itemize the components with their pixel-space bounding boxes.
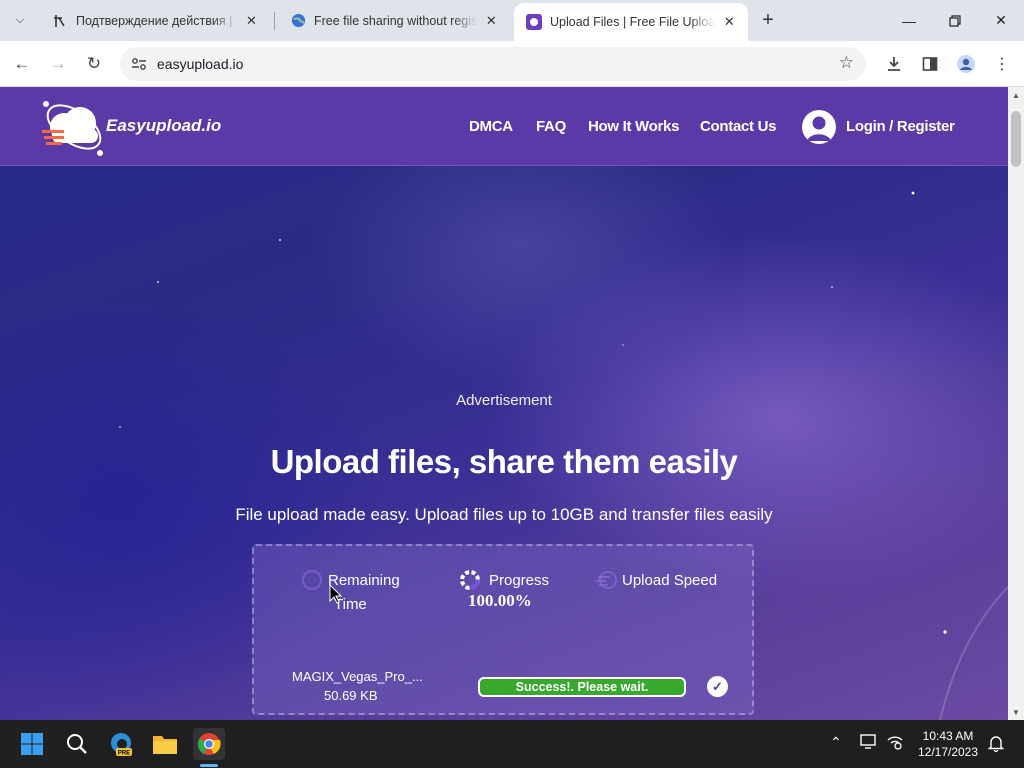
download-icon[interactable] — [881, 51, 907, 77]
easyupload-logo[interactable]: Easyupload.io — [38, 97, 238, 157]
search-icon[interactable] — [61, 728, 93, 760]
bookmark-star-icon[interactable]: ☆ — [839, 53, 854, 73]
upload-speed-label: Upload Speed — [622, 572, 718, 589]
notification-bell-icon[interactable] — [987, 734, 1005, 755]
kebab-menu-icon[interactable]: ⋮ — [989, 51, 1015, 77]
reload-button[interactable]: ↻ — [80, 50, 108, 78]
easyupload-favicon-icon — [526, 14, 542, 30]
address-bar[interactable]: easyupload.io ☆ — [120, 47, 866, 81]
back-button[interactable]: ← — [8, 50, 36, 78]
speed-icon — [596, 571, 617, 589]
edge-beta-icon[interactable]: PRE — [105, 728, 137, 760]
tab-favicon-icon — [52, 13, 68, 29]
mouse-cursor-icon — [329, 584, 343, 604]
new-tab-button[interactable]: + — [756, 8, 780, 32]
tab-search-button[interactable]: ⌵ — [8, 8, 32, 32]
user-avatar-icon[interactable] — [802, 110, 836, 144]
tab-upload-files-active[interactable]: Upload Files | Free File Upload s ✕ — [514, 3, 748, 41]
tab-close-icon[interactable]: ✕ — [243, 12, 260, 30]
chrome-taskbar-icon[interactable] — [193, 728, 225, 760]
forward-button[interactable]: → — [44, 50, 72, 78]
profile-avatar-icon[interactable] — [953, 51, 979, 77]
advertisement-label: Advertisement — [456, 392, 552, 409]
progress-label: Progress — [489, 572, 550, 589]
cloud-logo-icon — [42, 101, 103, 156]
tab-close-icon[interactable]: ✕ — [721, 13, 738, 31]
checkmark-icon: ✓ — [707, 676, 728, 697]
clock-time: 10:43 AM — [922, 729, 974, 743]
close-window-button[interactable]: ✕ — [978, 0, 1024, 41]
globe-icon — [290, 13, 306, 29]
site-header: Easyupload.io DMCA FAQ How It Works Cont… — [0, 87, 1008, 166]
nav-dmca[interactable]: DMCA — [469, 118, 513, 135]
tab-file-sharing[interactable]: Free file sharing without registr ✕ — [278, 0, 510, 41]
tab-separator — [274, 12, 275, 30]
url-text: easyupload.io — [157, 56, 244, 72]
file-size: 50.69 KB — [324, 688, 378, 703]
tab-title: Free file sharing without registr — [314, 13, 477, 28]
side-panel-icon[interactable] — [917, 51, 943, 77]
nav-login-register[interactable]: Login / Register — [846, 118, 955, 135]
tab-strip: ⌵ Подтверждение действия | BL ✕ Free fil… — [0, 0, 1024, 41]
nav-contact-us[interactable]: Contact Us — [700, 118, 776, 135]
tab-close-icon[interactable]: ✕ — [483, 12, 500, 30]
clock-icon — [302, 570, 322, 590]
webpage: Easyupload.io DMCA FAQ How It Works Cont… — [0, 87, 1008, 720]
file-explorer-icon[interactable] — [149, 728, 181, 760]
svg-text:PRE: PRE — [118, 751, 130, 757]
windows-taskbar: PRE ⌃ 10:43 AM 12/17/2023 — [0, 720, 1024, 768]
restore-button[interactable] — [932, 0, 978, 41]
tab-title: Upload Files | Free File Upload s — [550, 15, 715, 29]
nav-faq[interactable]: FAQ — [536, 118, 566, 135]
logo-text: Easyupload.io — [106, 116, 222, 135]
taskbar-clock[interactable]: 10:43 AM 12/17/2023 — [912, 728, 984, 760]
page-scrollbar[interactable]: ▲ ▼ — [1008, 87, 1024, 720]
tab-title: Подтверждение действия | BL — [76, 13, 237, 28]
active-app-indicator — [200, 764, 218, 767]
site-settings-icon[interactable] — [130, 55, 148, 73]
windows-start-icon[interactable] — [16, 728, 48, 760]
scroll-up-arrow-icon[interactable]: ▲ — [1008, 87, 1024, 103]
tray-overflow-chevron-icon[interactable]: ⌃ — [830, 734, 842, 751]
clock-date: 12/17/2023 — [917, 745, 979, 759]
minimize-button[interactable]: — — [886, 0, 932, 41]
success-status-bar: Success!. Please wait. — [478, 677, 686, 697]
network-icon[interactable] — [886, 734, 904, 753]
scrollbar-thumb[interactable] — [1011, 111, 1021, 167]
hero-subtitle: File upload made easy. Upload files up t… — [235, 505, 773, 524]
hero-title: Upload files, share them easily — [270, 443, 738, 480]
scroll-down-arrow-icon[interactable]: ▼ — [1008, 704, 1024, 720]
progress-value: 100.00% — [468, 591, 532, 610]
file-name: MAGIX_Vegas_Pro_... — [292, 669, 423, 684]
upload-status-card: Remaining Time Progress 100.00% Upload S… — [252, 544, 754, 715]
display-icon[interactable] — [860, 734, 878, 753]
browser-toolbar: ← → ↻ easyupload.io ☆ ⋮ — [0, 41, 1024, 87]
progress-ring-icon — [460, 570, 480, 590]
tab-confirm-action[interactable]: Подтверждение действия | BL ✕ — [40, 0, 270, 41]
nav-how-it-works[interactable]: How It Works — [588, 118, 679, 135]
